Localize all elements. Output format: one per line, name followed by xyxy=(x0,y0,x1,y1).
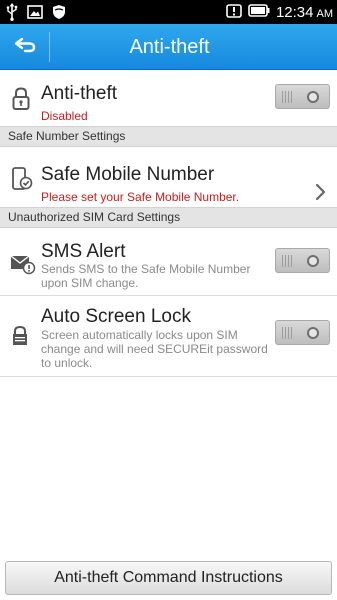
auto-lock-title: Auto Screen Lock xyxy=(41,306,191,327)
section-header-safe-number: Safe Number Settings xyxy=(0,126,337,147)
section-title: Unauthorized SIM Card Settings xyxy=(8,210,181,224)
auto-screen-lock-row[interactable]: Auto Screen Lock Screen automatically lo… xyxy=(0,296,337,376)
phone-check-icon xyxy=(10,166,34,192)
row-divider xyxy=(0,376,337,377)
sms-alert-title: SMS Alert xyxy=(41,241,126,262)
sms-alert-description: Sends SMS to the Safe Mobile Number upon… xyxy=(41,262,251,290)
clock-time: 12:34 xyxy=(275,4,314,21)
sms-alert-icon xyxy=(10,253,36,279)
toggle-knob xyxy=(307,327,319,339)
clock-ampm: AM xyxy=(316,8,334,20)
anti-theft-status: Disabled xyxy=(41,109,88,123)
battery-icon xyxy=(248,4,270,22)
toggle-grip xyxy=(282,91,294,103)
section-header-unauthorized-sim: Unauthorized SIM Card Settings xyxy=(0,207,337,228)
back-arrow-icon xyxy=(14,37,36,58)
chevron-right-icon xyxy=(315,183,327,201)
safe-number-title: Safe Mobile Number xyxy=(41,164,215,185)
toggle-grip xyxy=(282,255,294,267)
auto-lock-toggle[interactable] xyxy=(275,320,330,345)
toggle-knob xyxy=(307,91,319,103)
lock-icon xyxy=(10,86,34,112)
usb-icon xyxy=(6,3,18,26)
safe-number-subtitle: Please set your Safe Mobile Number. xyxy=(41,190,240,204)
section-title: Safe Number Settings xyxy=(8,129,126,143)
toggle-grip xyxy=(282,327,294,339)
status-bar: 12:34 AM xyxy=(0,0,337,24)
anti-theft-row[interactable]: Anti-theft Disabled xyxy=(0,71,337,126)
auto-lock-description: Screen automatically locks upon SIM chan… xyxy=(41,328,268,370)
anti-theft-toggle[interactable] xyxy=(275,84,330,109)
sms-alert-row[interactable]: SMS Alert Sends SMS to the Safe Mobile N… xyxy=(0,229,337,295)
padlock-icon xyxy=(10,324,34,350)
toggle-knob xyxy=(307,255,319,267)
alert-icon xyxy=(226,3,242,23)
sms-alert-toggle[interactable] xyxy=(275,248,330,273)
anti-theft-title: Anti-theft xyxy=(41,83,118,104)
back-button[interactable] xyxy=(0,24,49,70)
app-header: Anti-theft xyxy=(0,24,337,70)
command-instructions-button[interactable]: Anti-theft Command Instructions xyxy=(5,561,332,595)
shield-icon xyxy=(52,4,66,25)
safe-mobile-number-row[interactable]: Safe Mobile Number Please set your Safe … xyxy=(0,148,337,206)
page-title: Anti-theft xyxy=(129,36,210,58)
image-icon xyxy=(27,5,43,24)
